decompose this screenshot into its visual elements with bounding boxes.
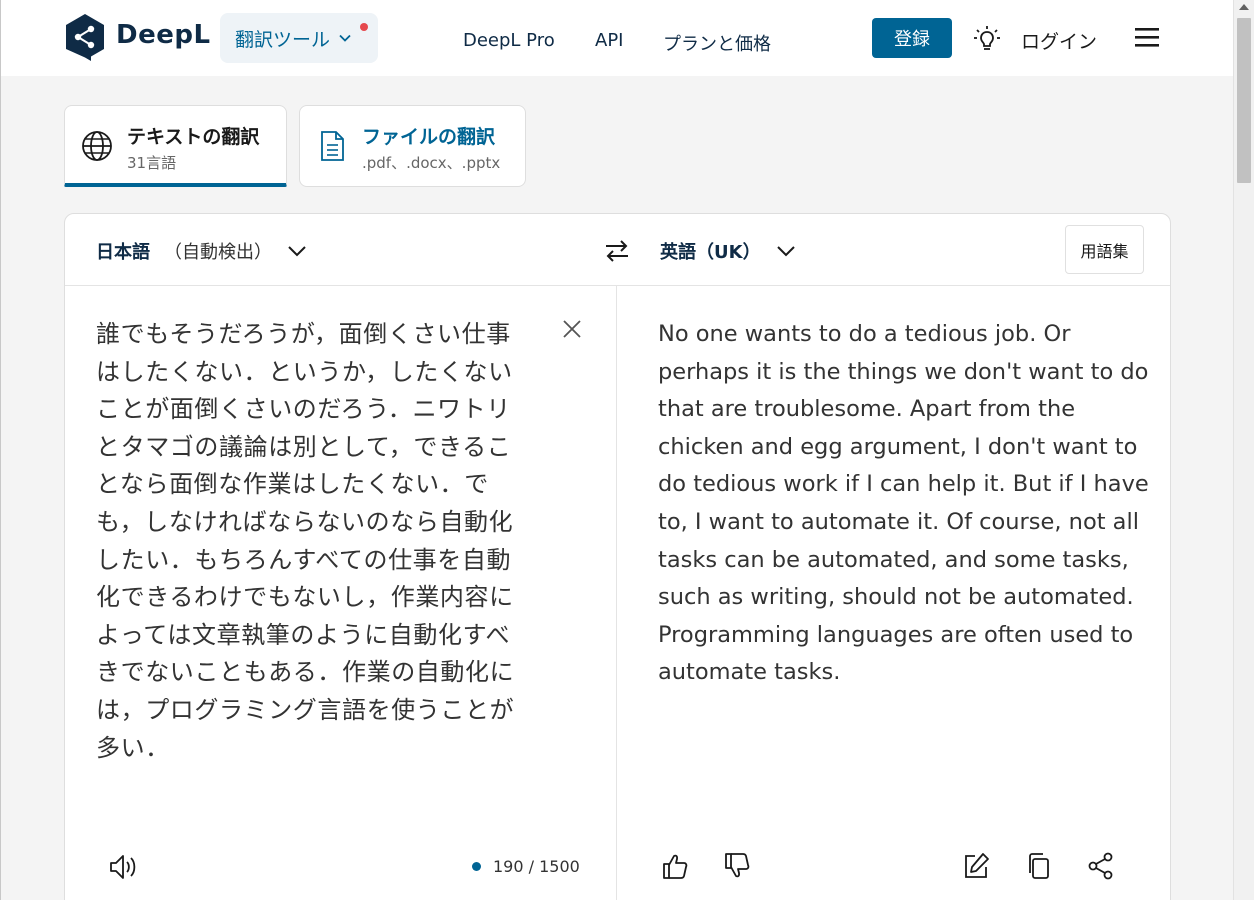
thumbs-up-icon[interactable] [660, 851, 690, 881]
source-language-selector[interactable]: 日本語 （自動検出） [96, 238, 308, 264]
chevron-down-icon [288, 246, 306, 257]
share-icon[interactable] [1086, 851, 1116, 881]
language-bar: 日本語 （自動検出） 英語（UK） 用語集 [65, 214, 1170, 286]
hamburger-menu-icon[interactable] [1134, 26, 1160, 48]
deepl-logo-icon[interactable] [64, 13, 106, 61]
translator-panel: 日本語 （自動検出） 英語（UK） 用語集 誰でもそうだろうが，面倒くさい仕事は… [64, 213, 1171, 900]
notification-dot [360, 23, 368, 31]
speaker-icon[interactable] [107, 851, 139, 883]
thumbs-down-icon[interactable] [722, 851, 752, 881]
tab-text-translation-title: テキストの翻訳 [127, 126, 260, 148]
tab-text-translation[interactable]: テキストの翻訳 31言語 [64, 105, 287, 187]
character-counter: 190 / 1500 [472, 857, 580, 876]
translation-tools-dropdown[interactable]: 翻訳ツール [220, 13, 378, 63]
login-link[interactable]: ログイン [1021, 27, 1097, 54]
tab-text-translation-subtitle: 31言語 [127, 154, 177, 172]
nav-link-pricing[interactable]: プランと価格 [663, 30, 771, 56]
chevron-down-icon [776, 246, 795, 257]
edit-icon[interactable] [961, 851, 991, 881]
nav-link-api[interactable]: API [595, 30, 623, 51]
chevron-down-icon [339, 34, 351, 42]
tab-file-translation-title: ファイルの翻訳 [362, 126, 496, 148]
page-scrollbar[interactable] [1233, 0, 1254, 900]
scrollbar-thumb[interactable] [1237, 18, 1251, 183]
target-language-label: 英語（UK） [660, 242, 761, 263]
swap-languages-icon[interactable] [602, 236, 632, 266]
brand-name[interactable]: DeepL [116, 20, 211, 50]
tab-file-translation[interactable]: ファイルの翻訳 .pdf、.docx、.pptx [299, 105, 526, 187]
close-icon[interactable] [563, 320, 581, 338]
counter-dot [472, 862, 481, 871]
target-language-selector[interactable]: 英語（UK） [660, 238, 797, 264]
top-navigation-bar: DeepL 翻訳ツール DeepL Pro API プランと価格 登録 ログイン [1, 0, 1233, 76]
panel-divider [616, 286, 617, 900]
source-language-label: 日本語 [96, 242, 150, 263]
source-text-input[interactable]: 誰でもそうだろうが，面倒くさい仕事はしたくない．というか，したくないことが面倒く… [96, 316, 526, 767]
translation-tools-label: 翻訳ツール [235, 28, 331, 51]
register-button[interactable]: 登録 [872, 18, 952, 58]
character-count-text: 190 / 1500 [493, 857, 580, 876]
copy-icon[interactable] [1024, 851, 1054, 881]
translated-text-output: No one wants to do a tedious job. Or per… [658, 321, 1149, 686]
nav-link-deepl-pro[interactable]: DeepL Pro [463, 30, 555, 51]
tab-file-translation-subtitle: .pdf、.docx、.pptx [362, 154, 501, 172]
globe-icon [82, 131, 112, 161]
document-icon [321, 131, 344, 161]
glossary-button[interactable]: 用語集 [1065, 225, 1144, 274]
lightbulb-icon[interactable] [973, 25, 1001, 53]
auto-detect-label: （自動検出） [164, 242, 272, 263]
scroll-up-arrow-icon[interactable] [1239, 4, 1249, 10]
